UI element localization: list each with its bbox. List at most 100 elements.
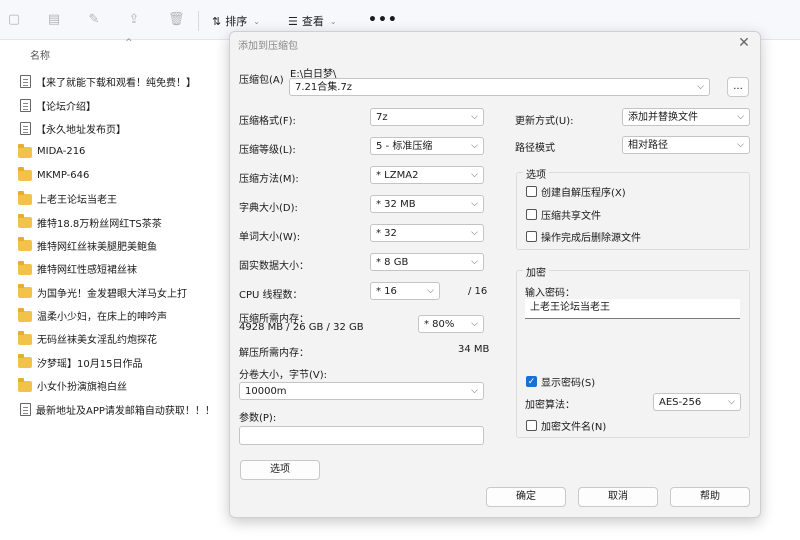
- folder-icon: [18, 190, 32, 205]
- list-item-name: 上老王论坛当老王: [37, 195, 117, 207]
- list-item[interactable]: 上老王论坛当老王: [18, 187, 228, 210]
- format-value: 7z: [376, 112, 388, 123]
- folder-icon: [18, 377, 32, 392]
- chevron-down-icon: ⌵: [728, 397, 735, 407]
- chevron-down-icon: ⌵: [471, 199, 478, 209]
- word-label: 单词大小(W):: [239, 232, 301, 243]
- archive-name-value: 7.21合集.7z: [295, 82, 353, 93]
- sort-button[interactable]: ⇅ 排序 ⌄: [212, 12, 260, 30]
- chevron-down-icon: ⌵: [737, 140, 744, 150]
- list-item[interactable]: 【论坛介绍】: [18, 93, 228, 116]
- list-item[interactable]: 推特网红丝袜美腿肥美鲍鱼: [18, 234, 228, 257]
- list-item-name: MIDA-216: [37, 146, 86, 158]
- level-select[interactable]: 5 - 标准压缩 ⌵: [370, 137, 484, 155]
- show-password-label: 显示密码(S): [541, 378, 596, 389]
- options-group-title: 选项: [523, 166, 549, 181]
- volume-combo[interactable]: 10000m ⌵: [239, 382, 484, 400]
- threads-value: * 16: [376, 286, 397, 297]
- show-password-checkbox[interactable]: ✓ 显示密码(S): [526, 374, 595, 389]
- enc-method-value: AES-256: [659, 397, 702, 408]
- mem-decompress-label: 解压所需内存：: [239, 348, 309, 359]
- sort-icon: ⇅: [212, 14, 222, 28]
- list-item[interactable]: 小女仆扮演旗袍白丝: [18, 374, 228, 397]
- dict-value: * 32 MB: [376, 199, 416, 210]
- path-select[interactable]: 相对路径 ⌵: [622, 136, 750, 154]
- options-button[interactable]: 选项: [240, 460, 320, 480]
- document-icon: [20, 402, 31, 416]
- shared-checkbox[interactable]: 压缩共享文件: [526, 207, 601, 222]
- browse-button[interactable]: ...: [727, 77, 749, 97]
- help-button[interactable]: 帮助: [670, 487, 750, 507]
- archive-name-combo[interactable]: 7.21合集.7z ⌵: [289, 78, 710, 96]
- sfx-checkbox[interactable]: 创建自解压程序(X): [526, 184, 626, 199]
- more-options-button[interactable]: •••: [368, 12, 398, 28]
- chevron-down-icon: ⌵: [471, 141, 478, 151]
- update-select[interactable]: 添加并替换文件 ⌵: [622, 108, 750, 126]
- trash-icon[interactable]: 🗑: [168, 12, 185, 28]
- word-value: * 32: [376, 228, 397, 239]
- show-password-checkbox-box: ✓: [526, 376, 537, 387]
- list-item[interactable]: 温柔小少妇，在床上的呻吟声: [18, 304, 228, 327]
- column-header-name[interactable]: 名称: [30, 47, 50, 62]
- sfx-checkbox-box: [526, 186, 537, 197]
- list-item[interactable]: 【来了就能下载和观看！纯免费！】: [18, 70, 228, 93]
- solid-value: * 8 GB: [376, 257, 409, 268]
- dict-select[interactable]: * 32 MB ⌵: [370, 195, 484, 213]
- update-label: 更新方式(U):: [515, 116, 574, 127]
- level-value: 5 - 标准压缩: [376, 141, 433, 152]
- list-item[interactable]: 推特网红性感短裙丝袜: [18, 257, 228, 280]
- format-label: 压缩格式(F):: [239, 116, 296, 127]
- chevron-down-icon: ⌵: [471, 112, 478, 122]
- threads-max: / 16: [468, 286, 488, 297]
- ok-button[interactable]: 确定: [486, 487, 566, 507]
- list-item[interactable]: 为国争光！金发碧眼大洋马女上打: [18, 281, 228, 304]
- share-icon[interactable]: ⇪: [126, 12, 142, 28]
- list-item-name: 小女仆扮演旗袍白丝: [37, 382, 127, 394]
- delete-checkbox-label: 操作完成后删除源文件: [541, 233, 641, 244]
- rename-icon[interactable]: ✎: [86, 12, 102, 28]
- folder-icon: [18, 330, 32, 345]
- list-item-name: 温柔小少妇，在床上的呻吟声: [37, 312, 167, 324]
- threads-select[interactable]: * 16 ⌵: [370, 282, 440, 300]
- archive-label: 压缩包(A): [239, 75, 284, 86]
- enc-method-select[interactable]: AES-256 ⌵: [653, 393, 741, 411]
- document-icon: [20, 121, 31, 135]
- list-item-name: 无码丝袜美女淫乱约炮探花: [37, 335, 157, 347]
- list-item[interactable]: MKMP-646: [18, 164, 228, 187]
- list-item[interactable]: 无码丝袜美女淫乱约炮探花: [18, 327, 228, 350]
- list-item-name: 最新地址及APP请发邮箱自动获取！！！: [36, 405, 215, 417]
- encrypt-names-checkbox[interactable]: 加密文件名(N): [526, 418, 606, 433]
- chevron-down-icon: ⌵: [471, 228, 478, 238]
- list-item[interactable]: 汐梦瑶】10月15日作品: [18, 351, 228, 374]
- method-select[interactable]: * LZMA2 ⌵: [370, 166, 484, 184]
- close-icon[interactable]: ✕: [734, 34, 754, 52]
- view-icon: ☰: [288, 14, 298, 28]
- file-list: 【来了就能下载和观看！纯免费！】 【论坛介绍】【永久地址发布页】 MIDA-216 M…: [18, 70, 228, 421]
- folder-icon: [18, 354, 32, 369]
- solid-select[interactable]: * 8 GB ⌵: [370, 253, 484, 271]
- folder-icon: [18, 167, 32, 182]
- copy-icon[interactable]: ▢: [6, 12, 22, 28]
- params-input[interactable]: [239, 426, 484, 445]
- password-input[interactable]: 上老王论坛当老王: [525, 299, 740, 319]
- volume-value: 10000m: [245, 386, 287, 397]
- list-item[interactable]: 推特18.8万粉丝网红TS茶茶: [18, 210, 228, 233]
- delete-checkbox[interactable]: 操作完成后删除源文件: [526, 229, 641, 244]
- chevron-down-icon: ⌵: [697, 82, 704, 92]
- cancel-button[interactable]: 取消: [578, 487, 658, 507]
- list-item[interactable]: 最新地址及APP请发邮箱自动获取！！！: [18, 397, 228, 420]
- clipboard-icon[interactable]: ▤: [46, 12, 62, 28]
- list-item[interactable]: MIDA-216: [18, 140, 228, 163]
- mem-percent-value: * 80%: [424, 319, 455, 330]
- chevron-down-icon: ⌄: [329, 16, 337, 26]
- sort-label: 排序: [225, 15, 248, 28]
- mem-percent-select[interactable]: * 80% ⌵: [418, 315, 484, 333]
- list-item[interactable]: 【永久地址发布页】: [18, 117, 228, 140]
- format-select[interactable]: 7z ⌵: [370, 108, 484, 126]
- list-item-name: 【永久地址发布页】: [36, 124, 126, 136]
- view-button[interactable]: ☰ 查看 ⌄: [288, 12, 337, 30]
- chevron-down-icon: ⌵: [737, 112, 744, 122]
- chevron-down-icon: ⌵: [471, 319, 478, 329]
- chevron-down-icon: ⌵: [471, 386, 478, 396]
- word-select[interactable]: * 32 ⌵: [370, 224, 484, 242]
